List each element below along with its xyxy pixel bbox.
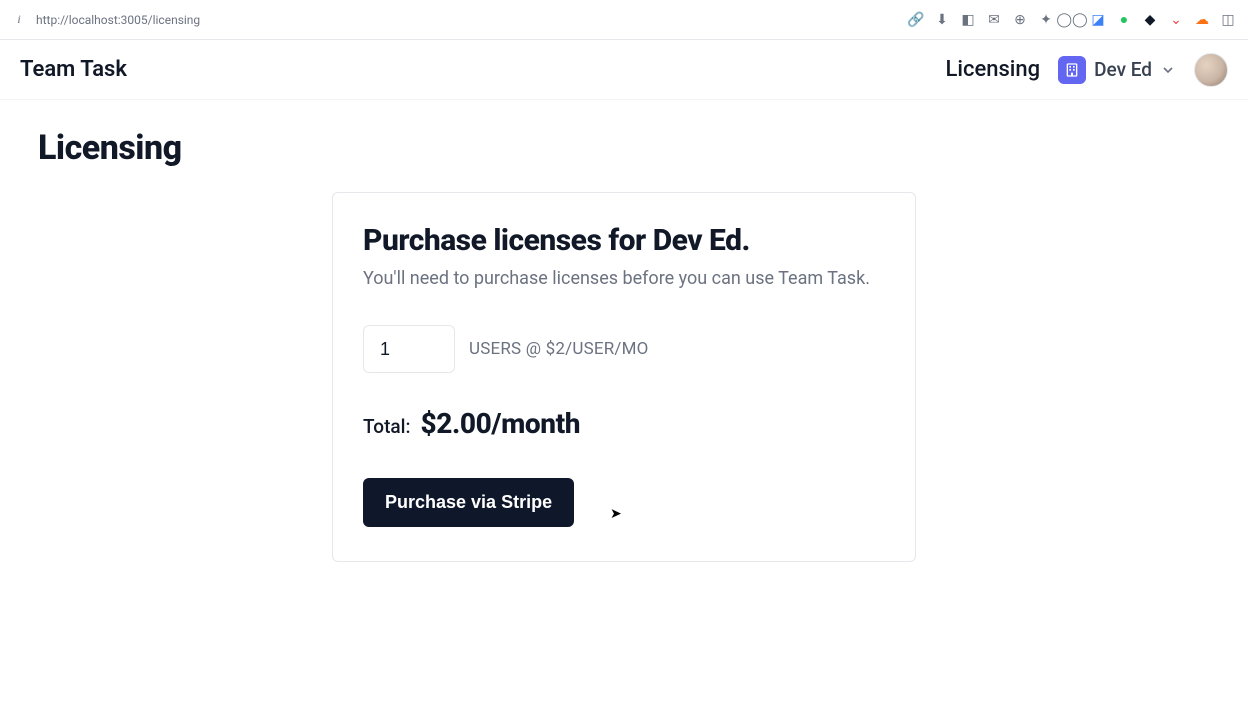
org-name: Dev Ed [1094,58,1152,81]
quantity-row: USERS @ $2/USER/MO [363,325,885,373]
card-title: Purchase licenses for Dev Ed. [363,223,885,258]
user-avatar[interactable] [1194,53,1228,87]
target-icon[interactable]: ✦ [1038,12,1054,28]
extension-icon-dark[interactable]: ◆ [1142,12,1158,28]
link-icon[interactable]: 🔗 [908,12,924,28]
sidebar-toggle-icon[interactable]: ◫ [1220,12,1236,28]
extension-icon-green[interactable]: ● [1116,12,1132,28]
total-value: $2.00/month [421,407,581,440]
purchase-button[interactable]: Purchase via Stripe [363,478,574,527]
browser-extension-icons: 🔗 ⬇ ◧ ✉ ⊕ ✦ ◯◯ ◪ ● ◆ ⌄ ☁ ◫ [908,12,1236,28]
cloud-icon[interactable]: ☁ [1194,12,1210,28]
org-badge-icon [1058,56,1086,84]
nav-licensing[interactable]: Licensing [945,57,1040,82]
globe-icon[interactable]: ⊕ [1012,12,1028,28]
address-url[interactable]: http://localhost:3005/licensing [36,13,200,27]
total-row: Total: $2.00/month [363,407,885,440]
page-heading: Licensing [38,128,1210,168]
browser-address-bar: i http://localhost:3005/licensing 🔗 ⬇ ◧ … [0,0,1248,40]
camera-icon[interactable]: ◧ [960,12,976,28]
pocket-icon[interactable]: ⌄ [1168,12,1184,28]
page-content: Licensing Purchase licenses for Dev Ed. … [0,100,1248,590]
org-selector[interactable]: Dev Ed [1058,56,1176,84]
download-icon[interactable]: ⬇ [934,12,950,28]
chevron-down-icon [1160,62,1176,78]
total-label: Total: [363,415,411,438]
glasses-icon[interactable]: ◯◯ [1064,12,1080,28]
pricing-text: USERS @ $2/USER/MO [469,339,649,359]
user-quantity-input[interactable] [363,325,455,373]
purchase-card: Purchase licenses for Dev Ed. You'll nee… [332,192,916,562]
site-info-icon[interactable]: i [12,13,26,27]
card-subtitle: You'll need to purchase licenses before … [363,268,885,289]
extension-icon-blue[interactable]: ◪ [1090,12,1106,28]
app-title[interactable]: Team Task [20,57,127,82]
header-right: Licensing Dev Ed [945,53,1228,87]
app-header: Team Task Licensing Dev Ed [0,40,1248,100]
mail-icon[interactable]: ✉ [986,12,1002,28]
